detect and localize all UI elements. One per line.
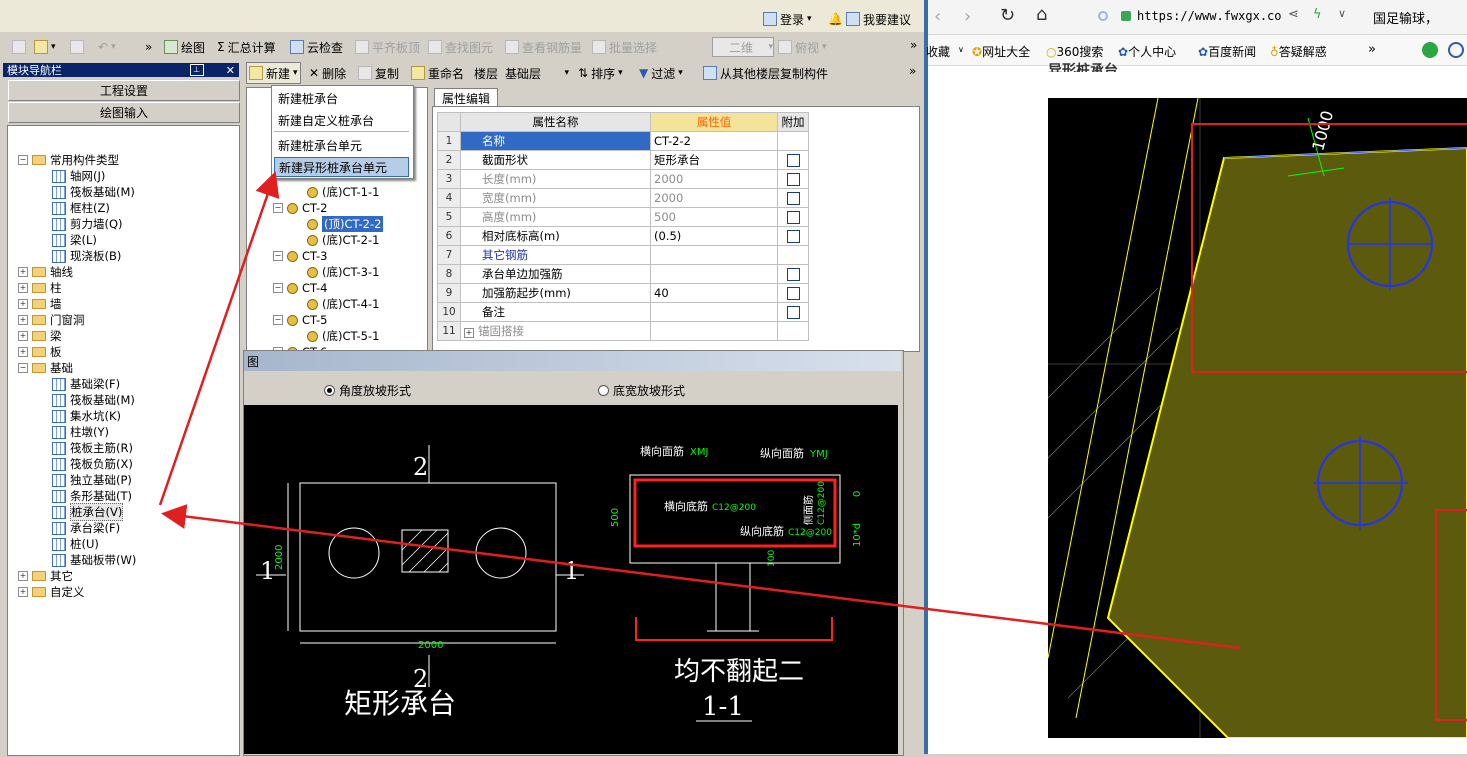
arrow-to-nav-item xyxy=(161,504,1241,650)
annotation-arrows xyxy=(158,171,1241,650)
arrow-to-menu xyxy=(158,171,280,506)
